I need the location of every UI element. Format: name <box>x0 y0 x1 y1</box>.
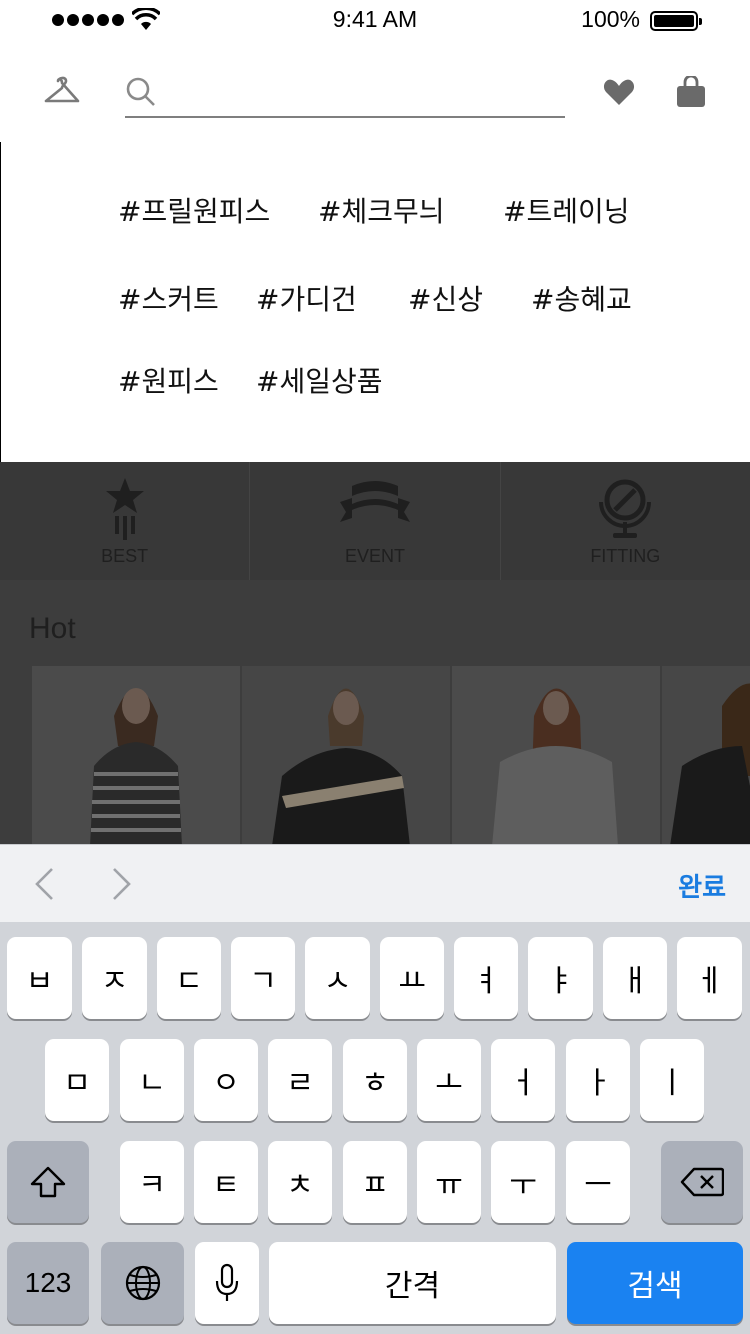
key[interactable]: ㅡ <box>566 1141 630 1223</box>
star-icon <box>105 478 144 540</box>
product-image <box>242 666 450 844</box>
tag-suggestion[interactable]: #체크무늬 <box>318 190 445 230</box>
backspace-key[interactable] <box>661 1141 743 1223</box>
tag-suggestion[interactable]: #프릴원피스 <box>118 190 270 230</box>
menu-event-label: EVENT <box>344 546 405 566</box>
shift-icon <box>30 1166 66 1198</box>
search-bar[interactable] <box>125 72 565 118</box>
key[interactable]: ㄷ <box>157 937 221 1019</box>
key[interactable]: ㅐ <box>603 937 667 1019</box>
menu-best-label: BEST <box>101 546 149 566</box>
product-card[interactable] <box>452 666 660 844</box>
key[interactable]: ㅅ <box>305 937 370 1019</box>
key[interactable]: ㅇ <box>194 1039 258 1121</box>
status-bar: 9:41 AM 100% <box>0 0 750 40</box>
key[interactable]: ㅓ <box>491 1039 555 1121</box>
key[interactable]: ㅌ <box>194 1141 258 1223</box>
key[interactable]: ㅈ <box>82 937 147 1019</box>
menu-event[interactable]: EVENT <box>250 462 501 580</box>
globe-icon <box>125 1265 160 1301</box>
heart-icon[interactable] <box>603 78 635 106</box>
keyboard-accessory-bar: 완료 <box>0 844 750 922</box>
ribbon-banner-icon <box>339 481 410 522</box>
tag-suggestion[interactable]: #트레이닝 <box>503 190 630 230</box>
product-image <box>32 666 240 844</box>
numbers-key[interactable]: 123 <box>7 1242 89 1324</box>
tag-suggestion[interactable]: #세일상품 <box>256 360 383 400</box>
search-icon <box>126 77 155 106</box>
key[interactable]: ㅠ <box>417 1141 481 1223</box>
key[interactable]: ㅗ <box>417 1039 481 1121</box>
tag-suggestion[interactable]: #가디건 <box>256 278 357 318</box>
product-card[interactable] <box>662 666 750 844</box>
korean-keyboard: ㅂ ㅈ ㄷ ㄱ ㅅ ㅛ ㅕ ㅑ ㅐ ㅔ ㅁ ㄴ ㅇ ㄹ ㅎ ㅗ ㅓ ㅏ ㅣ ㅋ … <box>0 922 750 1334</box>
microphone-icon <box>215 1263 239 1301</box>
key[interactable]: ㅕ <box>454 937 518 1019</box>
key[interactable]: ㄹ <box>268 1039 332 1121</box>
key[interactable]: ㅣ <box>640 1039 704 1121</box>
menu-best[interactable]: BEST <box>0 462 251 580</box>
menu-fitting-label: FITTING <box>590 546 661 566</box>
key[interactable]: ㅎ <box>343 1039 407 1121</box>
key[interactable]: ㅍ <box>343 1141 407 1223</box>
key[interactable]: ㅊ <box>268 1141 332 1223</box>
key[interactable]: ㅏ <box>566 1039 630 1121</box>
shopping-bag-icon[interactable] <box>676 76 706 108</box>
key[interactable]: ㅜ <box>491 1141 555 1223</box>
product-card[interactable] <box>242 666 450 844</box>
category-menu: BEST EVENT FITTING <box>0 462 750 580</box>
key[interactable]: ㅋ <box>120 1141 184 1223</box>
tag-suggestion[interactable]: #신상 <box>408 278 483 318</box>
hanger-icon[interactable] <box>44 74 80 106</box>
battery-icon <box>650 11 702 31</box>
space-key[interactable]: 간격 <box>269 1242 556 1324</box>
done-button[interactable]: 완료 <box>678 867 726 904</box>
product-image <box>662 666 750 844</box>
backspace-icon <box>680 1167 724 1197</box>
tag-suggestion[interactable]: #스커트 <box>118 278 219 318</box>
search-key[interactable]: 검색 <box>567 1242 743 1324</box>
hot-section-title: Hot <box>29 612 76 645</box>
battery-percentage: 100% <box>581 6 640 32</box>
tag-suggestion[interactable]: #원피스 <box>118 360 219 400</box>
key[interactable]: ㅑ <box>528 937 593 1019</box>
key[interactable]: ㄱ <box>231 937 295 1019</box>
chevron-right-icon[interactable] <box>108 867 134 901</box>
mirror-icon <box>599 479 652 538</box>
dimmed-content: BEST EVENT FITTING Hot <box>0 462 750 844</box>
key[interactable]: ㅔ <box>677 937 742 1019</box>
chevron-left-icon[interactable] <box>32 867 58 901</box>
shift-key[interactable] <box>7 1141 89 1223</box>
key[interactable]: ㅁ <box>45 1039 109 1121</box>
search-input[interactable] <box>169 76 549 110</box>
menu-fitting[interactable]: FITTING <box>501 462 750 580</box>
tag-suggestion[interactable]: #송혜교 <box>531 278 632 318</box>
globe-key[interactable] <box>101 1242 184 1324</box>
key[interactable]: ㅂ <box>7 937 72 1019</box>
product-card[interactable] <box>32 666 240 844</box>
search-suggestions: #프릴원피스 #체크무늬 #트레이닝 #스커트 #가디건 #신상 #송혜교 #원… <box>0 142 750 462</box>
app-header <box>0 40 750 142</box>
key[interactable]: ㅛ <box>380 937 444 1019</box>
product-image <box>452 666 660 844</box>
microphone-key[interactable] <box>195 1242 259 1324</box>
key[interactable]: ㄴ <box>120 1039 184 1121</box>
